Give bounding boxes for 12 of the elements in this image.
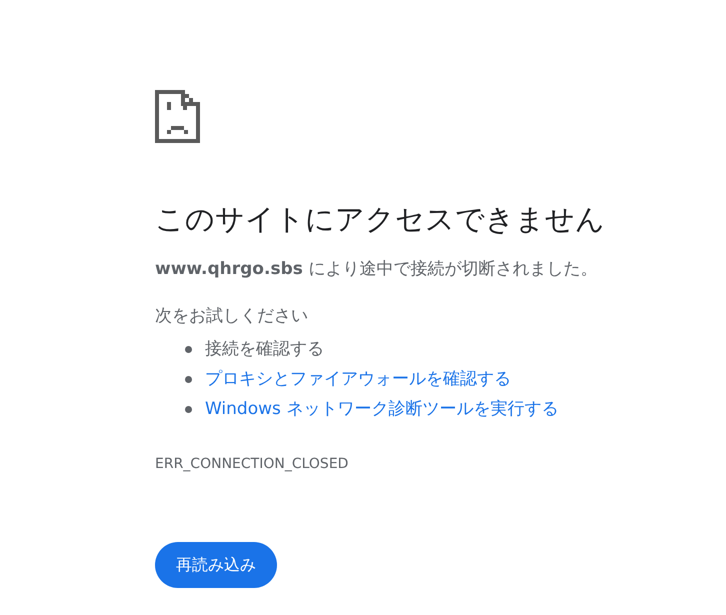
bullet-icon	[185, 376, 192, 382]
page-heading: このサイトにアクセスできません	[155, 201, 605, 237]
bullet-icon	[185, 406, 192, 412]
suggestions-title: 次をお試しください	[155, 305, 308, 328]
error-code: ERR_CONNECTION_CLOSED	[155, 455, 348, 474]
suggestion-link[interactable]: プロキシとファイアウォールを確認する	[205, 367, 511, 391]
sad-document-icon	[155, 90, 200, 143]
suggestion-text: 接続を確認する	[205, 338, 324, 361]
suggestion-link[interactable]: Windows ネットワーク診断ツールを実行する	[205, 397, 558, 421]
reload-button[interactable]: 再読み込み	[155, 542, 277, 588]
bullet-icon	[185, 346, 192, 352]
error-message: www.qhrgo.sbs により途中で接続が切断されました。	[155, 258, 598, 281]
